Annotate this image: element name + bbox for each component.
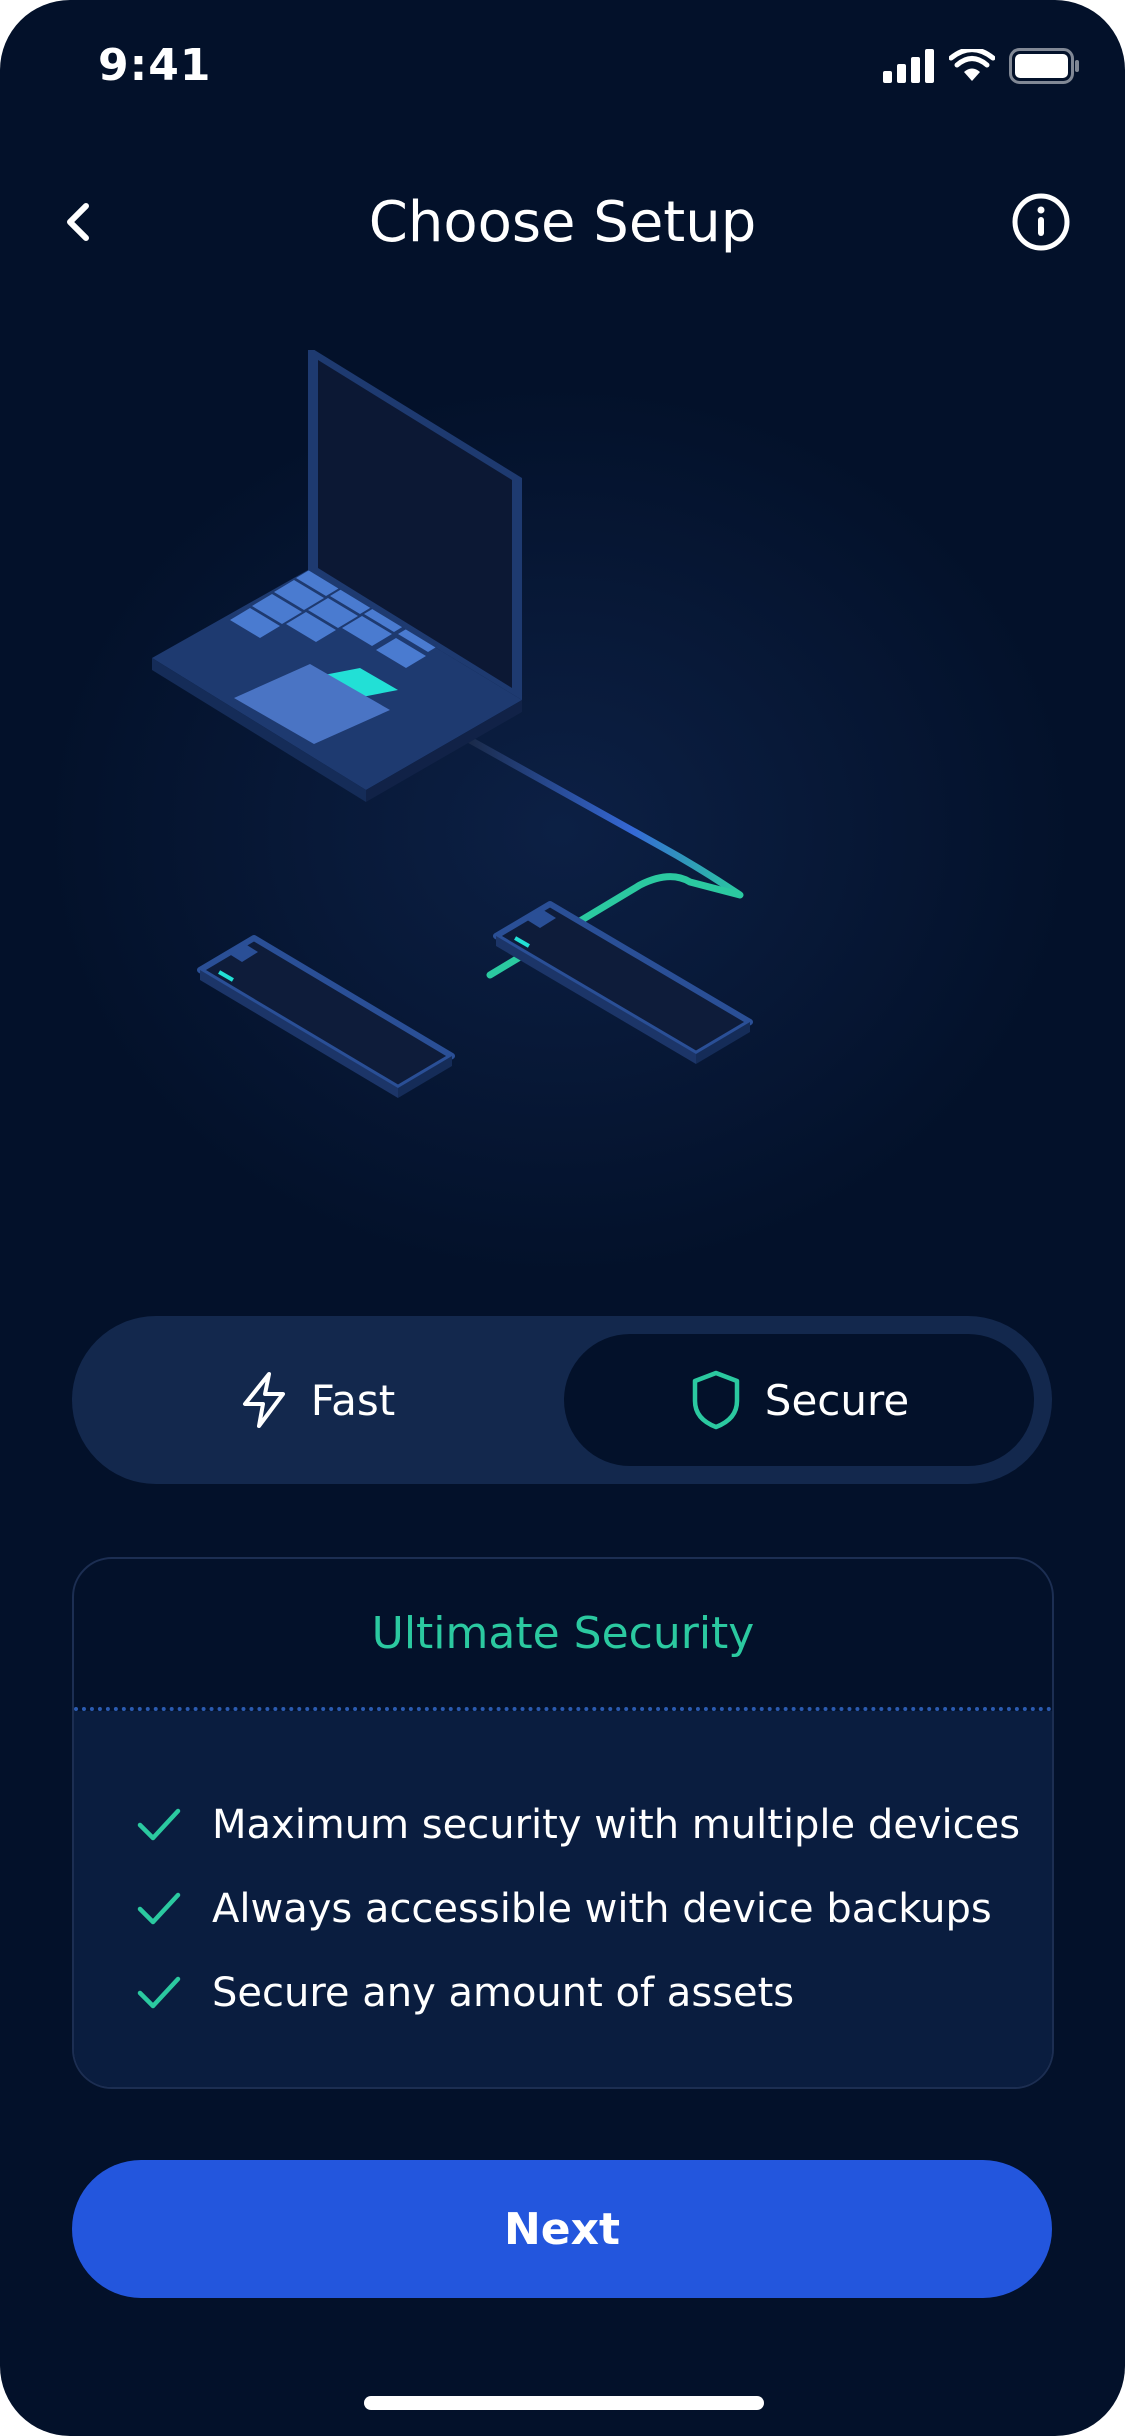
feature-item: Maximum security with multiple devices [74, 1783, 1052, 1867]
shield-icon [692, 1370, 740, 1430]
battery-icon [1009, 48, 1079, 84]
status-time: 9:41 [98, 40, 212, 91]
checkmark-icon [137, 1808, 181, 1841]
feature-text: Secure any amount of assets [212, 1970, 795, 2016]
feature-text: Maximum security with multiple devices [212, 1802, 1021, 1848]
feature-text: Always accessible with device backups [212, 1886, 992, 1932]
feature-list: Maximum security with multiple devices A… [74, 1711, 1052, 2087]
wifi-icon [949, 49, 995, 81]
left-phone [197, 935, 455, 1098]
right-phone [493, 901, 753, 1064]
security-info-card: Ultimate Security Maximum security with … [72, 1557, 1054, 2089]
page-title: Choose Setup [368, 190, 757, 255]
card-title: Ultimate Security [371, 1607, 755, 1659]
fast-option[interactable]: Fast [72, 1316, 562, 1484]
feature-item: Secure any amount of assets [74, 1951, 1052, 2035]
lightning-icon [242, 1372, 285, 1428]
next-button[interactable]: Next [72, 2160, 1052, 2298]
devices-illustration [152, 350, 753, 1098]
secure-option[interactable]: Secure [564, 1334, 1034, 1466]
laptop [152, 350, 522, 802]
secure-option-label: Secure [764, 1375, 910, 1425]
fast-option-label: Fast [310, 1375, 396, 1425]
status-icons [883, 48, 1081, 84]
checkmark-icon [137, 1976, 181, 2009]
setup-mode-toggle: Fast Secure [72, 1316, 1052, 1484]
feature-item: Always accessible with device backups [74, 1867, 1052, 1951]
checkmark-icon [137, 1892, 181, 1925]
app-screen: 9:41 Choose Setup Fast Secure Ultimate S… [0, 0, 1125, 2436]
info-button[interactable] [1011, 192, 1071, 252]
cellular-signal-icon [883, 49, 934, 83]
home-indicator[interactable] [364, 2396, 764, 2410]
info-icon [1012, 193, 1070, 251]
